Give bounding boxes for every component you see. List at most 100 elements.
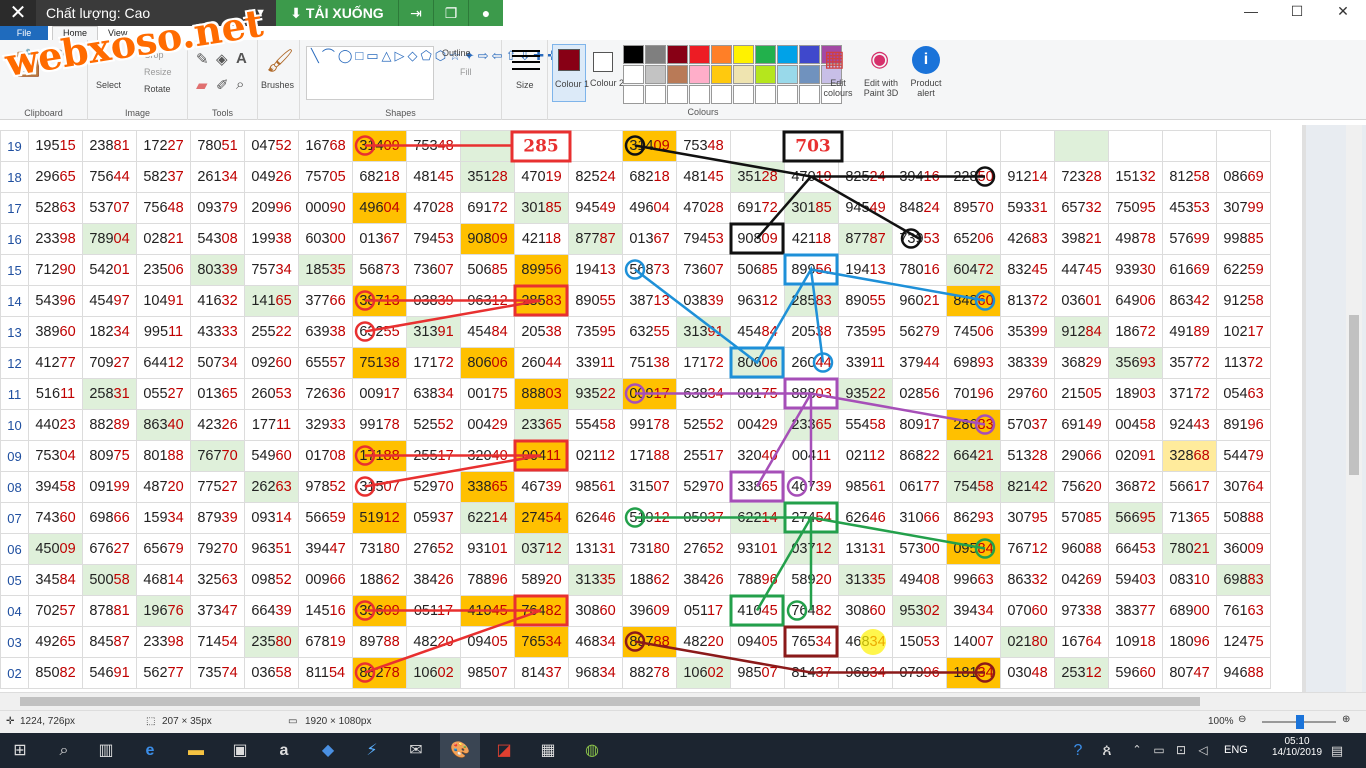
shapes-gallery[interactable]: ╲⌒◯□▭△▷◇⬠⬡☆✦⇨⇦⇧⇩✚✜ [306,46,558,100]
size-lines-icon[interactable] [512,50,540,52]
rotate-button[interactable]: Rotate [144,84,171,94]
search-icon[interactable]: ⌕ [44,733,84,768]
close-icon[interactable]: ✕ [0,0,36,26]
fill-dropdown[interactable]: Fill [460,67,472,77]
fill-bucket-icon[interactable]: ◈ [216,50,228,68]
share-icon[interactable]: ⇥ [398,0,433,26]
colour-swatch[interactable] [645,85,666,104]
colour-swatch[interactable] [623,85,644,104]
horizontal-scrollbar[interactable] [0,692,1366,710]
cell-tail: 11 [168,324,184,340]
scroll-thumb[interactable] [1349,315,1359,475]
language-indicator[interactable]: ENG [1224,744,1248,756]
lightbulb-icon[interactable]: ● [468,0,503,26]
colour-swatch[interactable] [623,45,644,64]
colour-swatch[interactable] [755,65,776,84]
clock[interactable]: 05:10 14/10/2019 [1272,736,1322,758]
copy-icon[interactable]: ❐ [433,0,468,26]
edit-colours-icon[interactable]: ▦ [824,46,845,72]
edge-browser-icon[interactable]: e [130,733,170,768]
color-picker-icon[interactable]: ✐ [216,76,229,94]
amazon-icon[interactable]: a [264,733,304,768]
notifications-icon[interactable]: ▤ [1322,733,1352,768]
colour-swatch[interactable] [777,85,798,104]
zoom-out-icon[interactable]: ⊖ [1238,714,1246,725]
colour-swatch[interactable] [733,45,754,64]
file-explorer-icon[interactable]: ▬ [176,733,216,768]
colour-swatch[interactable] [799,85,820,104]
brushes-button[interactable]: Brushes [261,80,294,90]
colour-swatch[interactable] [711,85,732,104]
select-button[interactable]: Select [96,80,121,90]
info-icon[interactable]: i [912,46,940,74]
colour-swatch[interactable] [733,85,754,104]
colour-swatch[interactable] [755,45,776,64]
app-icon-grid[interactable]: ▦ [528,733,568,768]
edit-colours-button[interactable]: Edit colours [818,78,858,98]
minimize-icon[interactable]: — [1228,0,1274,22]
close-window-icon[interactable]: ✕ [1320,0,1366,22]
paint-canvas[interactable]: 19 19515 23881 17227 78051 04752 16768 31409 753… [0,125,1302,692]
text-tool-icon[interactable]: A [236,50,247,67]
cell-tail: 44 [923,355,940,371]
grid-cell: 52863 [28,192,83,224]
zoom-slider[interactable] [1262,715,1336,729]
colour-swatch[interactable] [645,45,666,64]
grid-cell: 17227 [136,130,191,162]
cell-head: 626 [575,510,600,526]
app-icon-red[interactable]: ◪ [484,733,524,768]
colour-swatch[interactable] [667,65,688,84]
windows-start-icon[interactable]: ⊞ [0,733,40,768]
colour-swatch[interactable] [667,45,688,64]
cell-tail: 48 [167,200,184,216]
colour2-button[interactable]: Colour 2 [588,44,624,102]
colour1-button[interactable]: Colour 1 [552,44,589,102]
zoom-in-icon[interactable]: ⊕ [1342,714,1350,725]
colour-swatch[interactable] [733,65,754,84]
colour-swatch[interactable] [711,65,732,84]
colour-swatch[interactable] [755,85,776,104]
volume-icon[interactable]: ◁ [1190,733,1216,768]
dropbox-icon[interactable]: ◆ [308,733,348,768]
cell-tail: 95 [1139,200,1156,216]
grid-cell: 17172 [676,347,731,379]
brush-icon[interactable]: 🖌 [266,48,294,74]
colour-swatch[interactable] [799,65,820,84]
colour-swatch[interactable] [689,65,710,84]
app-icon-green[interactable]: ◍ [572,733,612,768]
eraser-icon[interactable]: ▰ [196,76,208,94]
colour-swatch[interactable] [799,45,820,64]
grid-cell: 13131 [568,533,623,565]
colour-swatch[interactable] [711,45,732,64]
paint3d-icon[interactable]: ◉ [870,46,889,72]
magnifier-icon[interactable]: ⌕ [236,76,244,93]
download-button[interactable]: ⬇ TẢI XUỐNG [276,0,398,26]
colour-swatch[interactable] [689,85,710,104]
mail-icon[interactable]: ✉ [396,733,436,768]
zoom-thumb[interactable] [1296,715,1304,729]
edit-paint3d-button[interactable]: Edit with Paint 3D [860,78,902,98]
colour-swatch[interactable] [623,65,644,84]
product-alert-button[interactable]: Product alert [906,78,946,98]
grid-cell: 69866 [82,502,137,534]
maximize-icon[interactable]: ☐ [1274,0,1320,22]
colour-swatch[interactable] [645,65,666,84]
task-view-icon[interactable]: ▥ [86,733,126,768]
colour-swatch[interactable] [689,45,710,64]
grid-cell: 47019 [784,161,839,193]
size-button[interactable]: Size [516,80,534,90]
colour-swatch[interactable] [667,85,688,104]
store-icon[interactable]: ▣ [220,733,260,768]
vertical-scrollbar[interactable] [1346,125,1362,692]
colour-swatch[interactable] [777,65,798,84]
bolt-app-icon[interactable]: ⚡ [352,733,392,768]
cell-head: 454 [467,324,492,340]
scroll-thumb[interactable] [20,697,1200,706]
resize-button[interactable]: Resize [144,67,172,77]
colour-swatch[interactable] [777,45,798,64]
help-icon[interactable]: ? [1058,733,1098,768]
cell-head: 702 [35,603,60,619]
outline-dropdown[interactable]: Outline [442,48,471,58]
paint-app-icon[interactable]: 🎨 [440,733,480,768]
people-icon[interactable]: ጰ [1094,733,1120,768]
